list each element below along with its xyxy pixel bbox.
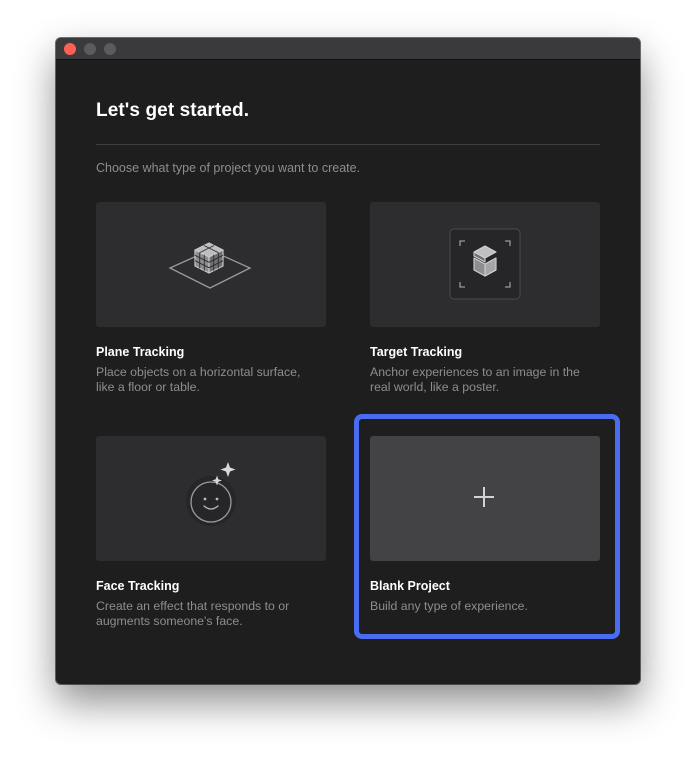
card-title: Target Tracking <box>370 345 463 359</box>
face-tracking-card[interactable]: Face Tracking Create an effect that resp… <box>96 436 326 632</box>
card-description: Build any type of experience. <box>370 599 528 613</box>
card-description: Anchor experiences to an image in the re… <box>370 365 580 394</box>
card-title: Plane Tracking <box>96 345 185 359</box>
card-description: Create an effect that responds to or aug… <box>96 599 290 628</box>
plus-icon <box>370 436 600 561</box>
card-title: Blank Project <box>370 579 450 593</box>
plane-tracking-thumbnail[interactable] <box>96 202 326 327</box>
zoom-window-button[interactable] <box>104 43 116 55</box>
project-chooser-window: Let's get started. Choose what type of p… <box>56 38 640 684</box>
minimize-window-button[interactable] <box>84 43 96 55</box>
title-bar[interactable] <box>56 38 640 60</box>
face-tracking-thumbnail[interactable] <box>96 436 326 561</box>
close-window-button[interactable] <box>64 43 76 55</box>
blank-project-thumbnail[interactable] <box>370 436 600 561</box>
page-title: Let's get started. <box>96 100 250 121</box>
page-subtitle: Choose what type of project you want to … <box>96 161 361 175</box>
target-tracking-card[interactable]: Target Tracking Anchor experiences to an… <box>370 202 600 398</box>
target-tracking-thumbnail[interactable] <box>370 202 600 327</box>
card-title: Face Tracking <box>96 579 180 593</box>
face-sparkle-icon <box>96 436 326 561</box>
divider <box>96 144 600 145</box>
target-frame-icon <box>370 202 600 327</box>
card-description: Place objects on a horizontal surface, l… <box>96 365 301 394</box>
blank-project-card[interactable]: Blank Project Build any type of experien… <box>370 436 600 632</box>
plane-tracking-card[interactable]: Plane Tracking Place objects on a horizo… <box>96 202 326 398</box>
cube-on-plane-icon <box>96 202 326 327</box>
